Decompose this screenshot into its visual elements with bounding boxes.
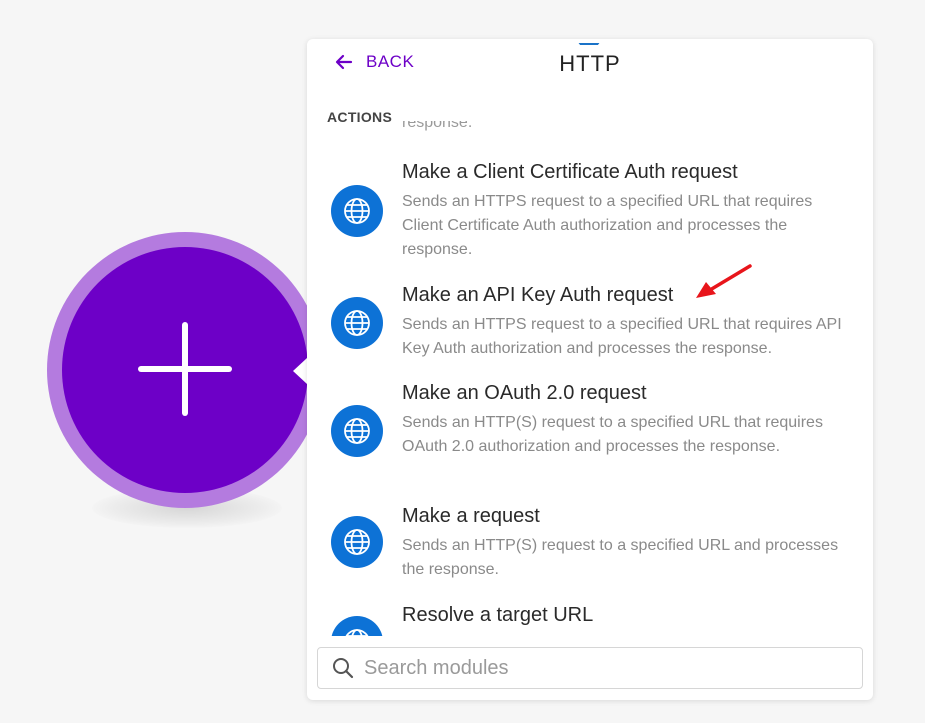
globe-icon xyxy=(331,405,383,457)
globe-icon xyxy=(331,516,383,568)
action-title: Make a request xyxy=(402,505,540,527)
cut-off-description: response. xyxy=(402,121,473,131)
action-item-resolve-url[interactable]: Resolve a target URL xyxy=(307,604,873,636)
globe-icon xyxy=(331,185,383,237)
app-logo-fragment xyxy=(577,37,601,49)
search-input[interactable] xyxy=(364,656,844,680)
globe-icon xyxy=(331,616,383,636)
action-item-make-request[interactable]: Make a request Sends an HTTP(S) request … xyxy=(307,505,873,585)
action-description: Sends an HTTPS request to a specified UR… xyxy=(402,316,842,357)
search-icon xyxy=(333,658,354,679)
module-picker-panel: BACK HTTP ACTIONS response. Make a Clien… xyxy=(307,39,873,700)
search-box[interactable] xyxy=(317,647,863,689)
action-item-api-key-auth[interactable]: Make an API Key Auth request Sends an HT… xyxy=(307,284,873,364)
action-title: Make an OAuth 2.0 request xyxy=(402,382,647,404)
panel-title: HTTP xyxy=(559,51,621,76)
actions-list[interactable]: response. Make a Client Certificate Auth… xyxy=(307,121,873,636)
action-description: Sends an HTTPS request to a specified UR… xyxy=(402,193,813,258)
annotation-arrow-icon xyxy=(696,264,752,298)
action-title: Make a Client Certificate Auth request xyxy=(402,161,738,183)
action-item-oauth2[interactable]: Make an OAuth 2.0 request Sends an HTTP(… xyxy=(307,382,873,482)
action-item-client-certificate[interactable]: Make a Client Certificate Auth request S… xyxy=(307,161,873,261)
action-title: Make an API Key Auth request xyxy=(402,284,674,306)
plus-icon xyxy=(138,322,232,416)
action-description: Sends an HTTP(S) request to a specified … xyxy=(402,537,839,578)
action-description: Sends an HTTP(S) request to a specified … xyxy=(402,414,823,455)
action-title: Resolve a target URL xyxy=(402,604,594,626)
globe-icon xyxy=(331,297,383,349)
panel-pointer xyxy=(293,358,307,384)
